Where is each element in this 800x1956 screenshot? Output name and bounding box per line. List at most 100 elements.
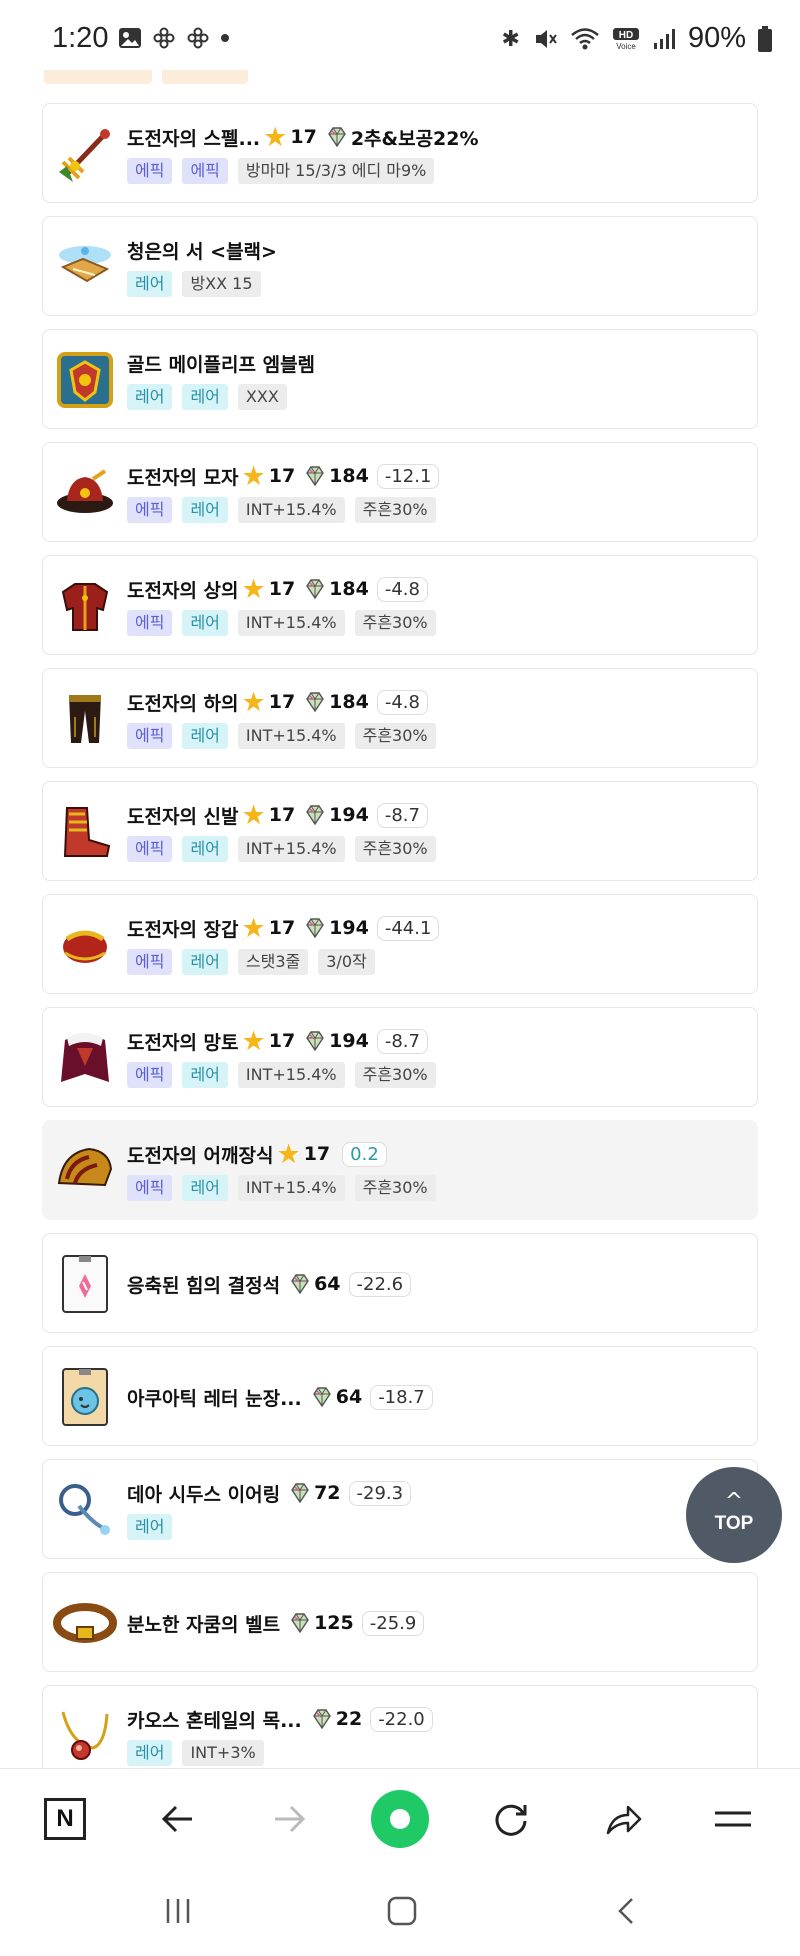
item-name: 도전자의 상의 — [127, 579, 239, 602]
item-card[interactable]: 도전자의 신발 ★ 17 194 -8.7 에픽 레어 INT+15.4% 주흔30% — [42, 781, 758, 881]
diff-badge: -8.7 — [376, 1028, 428, 1054]
item-card[interactable]: 도전자의 어깨장식 ★ 17 0.2 에픽 레어 INT+15.4% 주흔30% — [42, 1120, 758, 1220]
star-icon: ★ — [241, 460, 266, 492]
item-title-row: 도전자의 신발 ★ 17 194 -8.7 — [127, 800, 428, 830]
book-icon — [53, 235, 117, 299]
system-back-button[interactable] — [588, 1886, 668, 1936]
item-card[interactable]: 도전자의 망토 ★ 17 194 -8.7 에픽 레어 INT+15.4% 주흔30% — [42, 1007, 758, 1107]
tab-stub[interactable] — [44, 70, 152, 84]
system-navigation — [0, 1868, 800, 1956]
green-dot-icon — [371, 1790, 429, 1848]
tag-rare: 레어 — [127, 271, 173, 297]
tag-opt: INT+15.4% — [237, 836, 345, 862]
forward-button[interactable] — [239, 1769, 339, 1869]
item-tags: 에픽 레어 INT+15.4% 주흔30% — [127, 836, 436, 862]
item-title-row: 분노한 자쿰의 벨트 125 -25.9 — [127, 1608, 425, 1638]
diff-badge: -12.1 — [376, 463, 440, 489]
gem-icon — [305, 917, 325, 939]
item-tags: 에픽 레어 INT+15.4% 주흔30% — [127, 610, 436, 636]
recent-apps-icon — [166, 1899, 190, 1923]
battery-text: 90% — [687, 22, 746, 54]
tag-epic: 에픽 — [127, 1062, 173, 1088]
gem-icon — [305, 804, 325, 826]
svg-text:HD: HD — [619, 30, 633, 41]
tag-rare: 레어 — [182, 384, 228, 410]
star-force-count: 17 — [268, 578, 296, 600]
star-icon: ★ — [241, 573, 266, 605]
item-card[interactable]: 데아 시두스 이어링 72 -29.3 레어 — [42, 1459, 758, 1559]
tag-opt: 주흔30% — [354, 497, 436, 523]
tag-opt: 주흔30% — [354, 610, 436, 636]
star-icon: ★ — [263, 121, 288, 153]
emblem-icon — [53, 348, 117, 412]
hd-voice-icon: HDVoice — [612, 27, 639, 51]
item-card[interactable]: 분노한 자쿰의 벨트 125 -25.9 — [42, 1572, 758, 1672]
item-card[interactable]: 골드 메이플리프 엠블렘 레어 레어 XXX — [42, 329, 758, 429]
recent-apps-button[interactable] — [138, 1886, 218, 1936]
item-name: 도전자의 어깨장식 — [127, 1144, 274, 1167]
item-card[interactable]: 도전자의 상의 ★ 17 184 -4.8 에픽 레어 INT+15.4% 주흔30% — [42, 555, 758, 655]
naver-home-icon: N — [44, 1798, 86, 1840]
tag-opt: 3/0작 — [318, 949, 375, 975]
menu-button[interactable] — [683, 1769, 783, 1869]
belt-icon — [53, 1591, 117, 1655]
back-arrow-icon — [161, 1805, 192, 1833]
top-button-label: TOP — [714, 1513, 754, 1534]
gem-icon — [290, 1273, 310, 1295]
tag-rare: 레어 — [182, 497, 228, 523]
diff-badge: -29.3 — [348, 1480, 412, 1506]
share-button[interactable] — [572, 1769, 672, 1869]
tab-stub[interactable] — [162, 70, 248, 84]
menu-icon — [715, 1811, 751, 1827]
tag-epic: 에픽 — [127, 723, 173, 749]
item-card[interactable]: 청은의 서 <블랙> 레어 방XX 15 — [42, 216, 758, 316]
home-button[interactable] — [362, 1886, 442, 1936]
item-name: 분노한 자쿰의 벨트 — [127, 1613, 281, 1636]
back-button[interactable] — [128, 1769, 228, 1869]
star-icon: ★ — [241, 686, 266, 718]
shoes-icon — [53, 800, 117, 864]
tag-opt: 방마마 15/3/3 에디 마9% — [237, 158, 435, 184]
diff-badge: -22.0 — [370, 1706, 433, 1732]
item-tags: 레어 — [127, 1514, 173, 1540]
status-left-icons — [118, 26, 230, 50]
star-force-count: 17 — [268, 465, 296, 487]
tag-opt: INT+15.4% — [237, 1175, 345, 1201]
gem-value: 194 — [329, 804, 369, 826]
star-icon: ★ — [241, 799, 266, 831]
gem-value: 184 — [329, 465, 369, 487]
item-name: 도전자의 망토 — [127, 1031, 239, 1054]
item-card[interactable]: 도전자의 하의 ★ 17 184 -4.8 에픽 레어 INT+15.4% 주흔30% — [42, 668, 758, 768]
aquatic-card-icon — [53, 1365, 117, 1429]
naver-home-button[interactable]: N — [15, 1769, 115, 1869]
star-force-count: 17 — [290, 126, 317, 148]
diff-badge: -18.7 — [370, 1384, 433, 1410]
crystal-card-icon — [53, 1252, 117, 1316]
green-dot-button[interactable] — [350, 1769, 450, 1869]
item-card[interactable]: 아쿠아틱 레터 눈장... 64 -18.7 — [42, 1346, 758, 1446]
tag-opt: INT+3% — [182, 1740, 264, 1766]
diff-badge: -8.7 — [376, 802, 428, 828]
item-card[interactable]: 도전자의 모자 ★ 17 184 -12.1 에픽 레어 INT+15.4% 주흔30% — [42, 442, 758, 542]
gem-value: 194 — [329, 917, 369, 939]
item-card[interactable]: 도전자의 스펠... ★ 17 2추&보공22% 에픽 에픽 방마마 15/3/3 에디 마… — [42, 103, 758, 203]
signal-icon — [653, 28, 675, 49]
item-tags: 에픽 레어 INT+15.4% 주흔30% — [127, 1062, 436, 1088]
gem-icon — [305, 465, 325, 487]
refresh-button[interactable] — [461, 1769, 561, 1869]
dot-icon — [221, 34, 229, 42]
item-card[interactable]: 도전자의 장갑 ★ 17 194 -44.1 에픽 레어 스탯3줄 3/0작 — [42, 894, 758, 994]
gem-icon — [290, 1612, 310, 1634]
item-title-row: 도전자의 망토 ★ 17 194 -8.7 — [127, 1026, 428, 1056]
gem-icon — [305, 691, 325, 713]
tag-epic: 에픽 — [127, 497, 173, 523]
scroll-top-button[interactable]: ^ TOP — [686, 1467, 782, 1563]
item-tags: 에픽 레어 스탯3줄 3/0작 — [127, 949, 375, 975]
item-title-row: 도전자의 어깨장식 ★ 17 0.2 — [127, 1139, 387, 1169]
item-name: 도전자의 하의 — [127, 692, 239, 715]
item-card[interactable]: 응축된 힘의 결정석 64 -22.6 — [42, 1233, 758, 1333]
spell-weapon-icon — [53, 122, 117, 186]
gem-icon — [312, 1386, 332, 1408]
battery-icon — [758, 25, 772, 52]
star-force-count: 17 — [268, 917, 296, 939]
